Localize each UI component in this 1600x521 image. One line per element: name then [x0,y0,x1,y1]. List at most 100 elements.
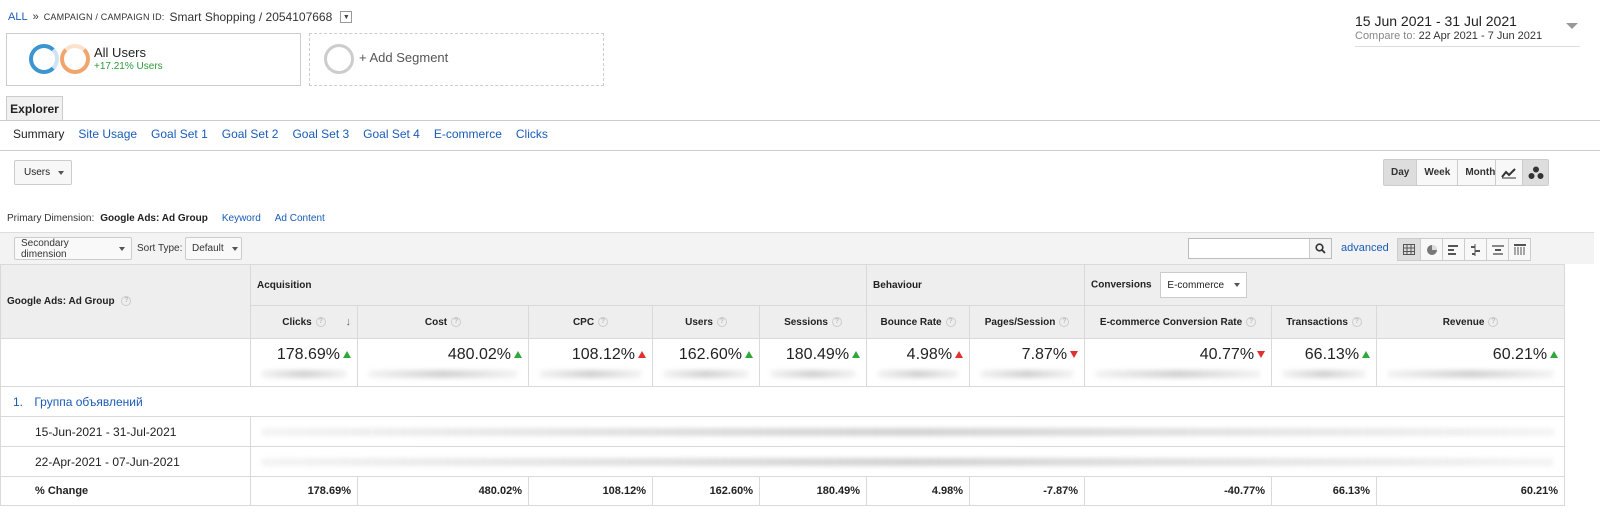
advanced-filter-link[interactable]: advanced [1341,242,1389,254]
column-header-clicks[interactable]: Clicks? ↓ [250,305,358,339]
column-header-users[interactable]: Users? [652,305,760,339]
line-chart-icon[interactable] [1496,160,1522,185]
primary-dimension-ad-content[interactable]: Ad Content [275,213,325,224]
subtab-goal-set-4[interactable]: Goal Set 4 [363,127,420,141]
help-icon[interactable]: ? [1059,316,1070,327]
data-table: Google Ads: Ad Group ? Acquisition Behav… [0,264,1566,506]
summary-cell: 162.60% [652,338,760,387]
summary-value: 60.21% [1492,346,1548,363]
group-header-acquisition: Acquisition [249,264,868,306]
column-header-transactions[interactable]: Transactions? [1271,305,1378,339]
subtab-clicks[interactable]: Clicks [516,127,548,141]
summary-cell: 66.13% [1271,338,1378,387]
subtab-goal-set-2[interactable]: Goal Set 2 [222,127,279,141]
day-button[interactable]: Day [1384,160,1417,185]
sort-type-dropdown[interactable]: Default [185,237,242,260]
primary-dimension: Primary Dimension: Google Ads: Ad Group … [7,213,325,224]
change-cell: 4.98% [866,476,971,506]
arrow-down-icon [1257,351,1266,359]
help-icon[interactable]: ? [315,316,326,327]
breadcrumb-all-link[interactable]: ALL [8,11,28,23]
breadcrumb-separator: » [32,11,39,23]
dimension-header-label: Google Ads: Ad Group [7,296,115,307]
subtab-site-usage[interactable]: Site Usage [78,127,137,141]
donut-icon [29,44,59,74]
column-header-cost[interactable]: Cost? [357,305,529,339]
help-icon[interactable]: ? [1246,316,1257,327]
segment-all-users[interactable]: All Users +17.21% Users [6,33,301,86]
help-icon[interactable]: ? [1488,316,1499,327]
bar-chart-icon[interactable] [1442,239,1464,260]
summary-cell: 7.87% [969,338,1086,387]
date-range-picker[interactable]: 15 Jun 2021 - 31 Jul 2021 Compare to: 22… [1355,13,1580,47]
column-header-cpc[interactable]: CPC? [528,305,653,339]
metric-dropdown[interactable]: Users [14,160,72,185]
ad-group-link[interactable]: Группа объявлений [34,395,142,409]
subtab-goal-set-1[interactable]: Goal Set 1 [151,127,208,141]
summary-cell: 108.12% [528,338,653,387]
primary-dimension-label: Primary Dimension: [7,213,95,224]
blurred-values [249,446,1566,477]
chevron-down-icon[interactable] [1566,23,1578,29]
summary-cell: 180.49% [758,338,868,387]
motion-chart-icon[interactable] [1522,160,1548,185]
conversions-dropdown[interactable]: E-commerce [1160,272,1248,298]
change-row: % Change 178.69% 480.02% 108.12% 162.60%… [0,476,1566,506]
table-row: 1. Группа объявлений [0,386,1566,417]
primary-dimension-keyword[interactable]: Keyword [222,213,261,224]
column-header-pages-session[interactable]: Pages/Session? [969,305,1086,339]
column-header-revenue[interactable]: Revenue? [1376,305,1566,339]
arrow-down-icon [1070,351,1079,359]
date-range-compare: Compare to: 22 Apr 2021 - 7 Jun 2021 [1355,30,1580,42]
dimension-column-header[interactable]: Google Ads: Ad Group ? [0,264,251,339]
column-header-conversion-rate[interactable]: E-commerce Conversion Rate? [1084,305,1273,339]
term-cloud-icon[interactable] [1486,239,1508,260]
column-label: Clicks [282,316,312,328]
help-icon[interactable]: ? [598,316,609,327]
help-icon[interactable]: ? [451,316,462,327]
column-label: Transactions [1286,316,1348,328]
help-icon[interactable]: ? [1351,316,1362,327]
arrow-up-icon [955,351,964,359]
breadcrumb: ALL » CAMPAIGN / CAMPAIGN ID: Smart Shop… [8,10,353,24]
summary-value: 4.98% [906,346,953,363]
blurred-values [249,416,1566,447]
subtab-summary[interactable]: Summary [13,127,64,141]
group-header-behaviour: Behaviour [866,264,1086,306]
summary-value: 180.49% [785,346,850,363]
subtab-goal-set-3[interactable]: Goal Set 3 [292,127,349,141]
metric-dropdown-value: Users [24,167,51,178]
secondary-dimension-dropdown[interactable]: Secondary dimension [14,237,132,260]
arrow-up-icon [638,351,646,359]
change-label: % Change [0,476,251,506]
change-cell: -40.77% [1084,476,1273,506]
summary-cell: 60.21% [1376,338,1566,387]
group-row-cell: 1. Группа объявлений [0,386,1566,417]
arrow-up-icon [745,351,753,359]
help-icon[interactable]: ? [945,316,956,327]
column-label: Pages/Session [984,316,1056,328]
help-icon[interactable]: ? [121,296,132,307]
chevron-down-icon[interactable]: ▼ [340,11,353,23]
search-icon[interactable] [1309,239,1331,258]
summary-label-cell [0,338,251,387]
conversions-dropdown-value: E-commerce [1167,279,1225,291]
column-header-bounce-rate[interactable]: Bounce Rate? [866,305,971,339]
pie-chart-icon[interactable] [1420,239,1442,260]
comparison-icon[interactable] [1464,239,1486,260]
help-icon[interactable]: ? [716,316,727,327]
column-label: Revenue [1442,316,1485,328]
week-button[interactable]: Week [1416,160,1458,185]
data-table-icon[interactable] [1398,239,1420,260]
arrow-up-icon [1550,351,1559,359]
table-row: 15-Jun-2021 - 31-Jul-2021 [0,416,1566,447]
subtab-ecommerce[interactable]: E-commerce [434,127,502,141]
tab-explorer[interactable]: Explorer [6,96,63,121]
add-segment-button[interactable]: + Add Segment [309,33,604,86]
table-search-input[interactable] [1188,238,1332,259]
pivot-icon[interactable] [1508,239,1530,260]
help-icon[interactable]: ? [831,316,842,327]
change-cell: 180.49% [758,476,868,506]
column-header-sessions[interactable]: Sessions? [758,305,868,339]
empty-circle-icon [324,44,354,74]
